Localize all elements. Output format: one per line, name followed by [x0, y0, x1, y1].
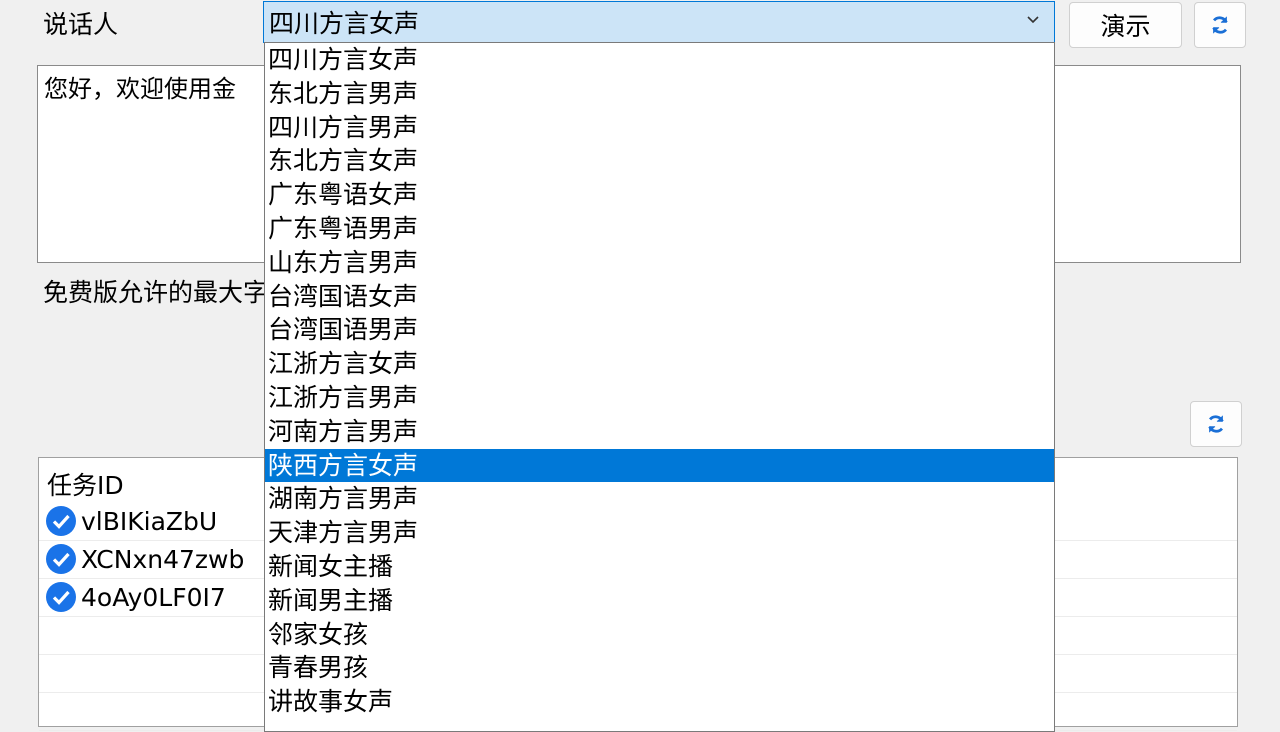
speaker-option[interactable]: 湖南方言男声 [265, 482, 1054, 516]
speaker-select[interactable]: 四川方言女声 [263, 1, 1055, 43]
speaker-option-selected[interactable]: 陕西方言女声 [265, 448, 1054, 483]
demo-button-label: 演示 [1100, 12, 1151, 41]
demo-button[interactable]: 演示 [1069, 2, 1182, 48]
speaker-option[interactable]: 新闻男主播 [265, 584, 1054, 618]
chevron-down-icon [1027, 16, 1039, 24]
task-id: 4oAy0LF0I7 [81, 582, 226, 612]
free-limit-text: 免费版允许的最大字 [43, 278, 269, 307]
speaker-option[interactable]: 四川方言女声 [265, 43, 1054, 77]
check-circle-icon [46, 582, 76, 612]
task-id: vlBIKiaZbU [81, 506, 218, 536]
speaker-label: 说话人 [43, 10, 119, 39]
speaker-option[interactable]: 台湾国语男声 [265, 313, 1054, 347]
speaker-select-value: 四川方言女声 [269, 9, 420, 38]
refresh-tasks-button[interactable] [1190, 401, 1242, 447]
speaker-option[interactable]: 广东粤语女声 [265, 178, 1054, 212]
speaker-option[interactable]: 广东粤语男声 [265, 212, 1054, 246]
speaker-option[interactable]: 山东方言男声 [265, 246, 1054, 280]
task-id: XCNxn47zwb [81, 544, 245, 574]
refresh-speakers-button[interactable] [1194, 2, 1246, 48]
refresh-icon [1208, 415, 1224, 433]
speaker-dropdown-list[interactable]: 四川方言女声 东北方言男声 四川方言男声 东北方言女声 广东粤语女声 广东粤语男… [264, 42, 1055, 732]
speaker-option[interactable]: 河南方言男声 [265, 415, 1054, 449]
text-input-value: 您好，欢迎使用金 [44, 75, 236, 103]
speaker-option[interactable]: 新闻女主播 [265, 550, 1054, 584]
speaker-option[interactable]: 四川方言男声 [265, 111, 1054, 145]
speaker-option[interactable]: 青春男孩 [265, 651, 1054, 685]
speaker-option[interactable]: 天津方言男声 [265, 516, 1054, 550]
speaker-option[interactable]: 东北方言女声 [265, 144, 1054, 178]
speaker-option[interactable]: 江浙方言男声 [265, 381, 1054, 415]
speaker-option[interactable]: 讲故事女声 [265, 685, 1054, 719]
check-circle-icon [46, 544, 76, 574]
speaker-option[interactable]: 东北方言男声 [265, 77, 1054, 111]
task-id-column-header[interactable]: 任务ID [47, 466, 124, 502]
check-circle-icon [46, 506, 76, 536]
speaker-option[interactable]: 台湾国语女声 [265, 280, 1054, 314]
speaker-option[interactable]: 江浙方言女声 [265, 347, 1054, 381]
speaker-option[interactable]: 邻家女孩 [265, 618, 1054, 652]
refresh-icon [1212, 16, 1228, 34]
